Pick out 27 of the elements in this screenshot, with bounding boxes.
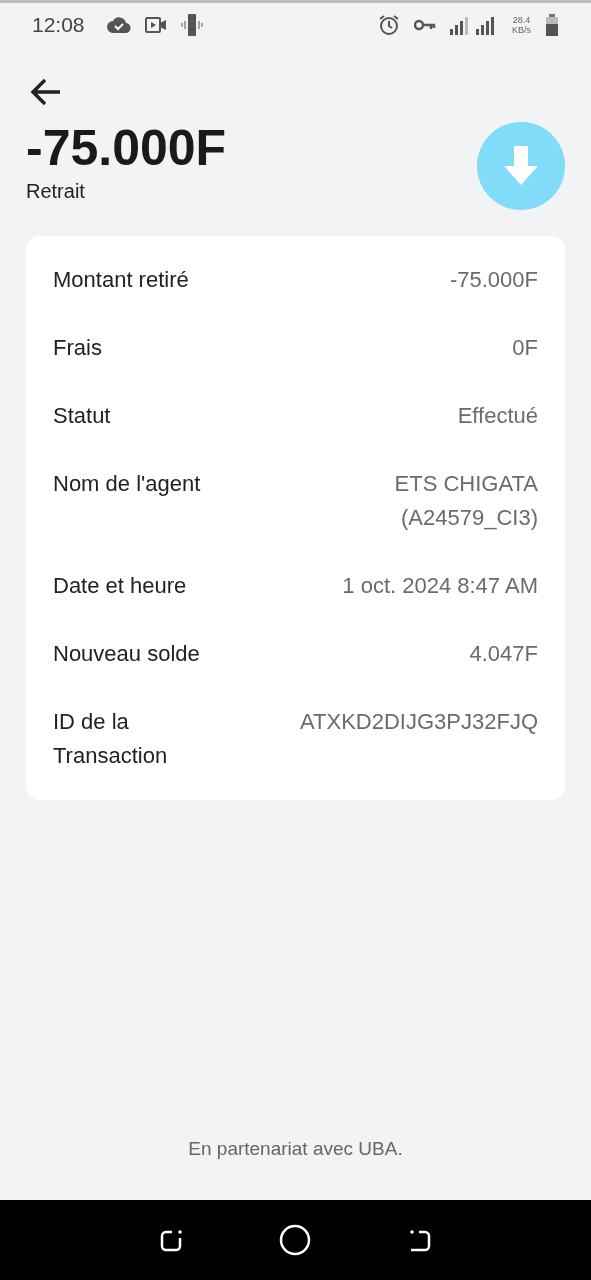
transaction-type: Retrait — [26, 180, 86, 203]
video-camera-icon — [144, 16, 167, 33]
detail-label: Date et heure — [53, 572, 187, 600]
network-speed: 28.4 — [512, 14, 531, 25]
detail-label: Frais — [53, 334, 102, 362]
detail-value: -75.000F — [449, 266, 538, 294]
detail-value: Effectué — [457, 402, 538, 430]
detail-label: Nom de l'agent — [53, 470, 201, 498]
cloud-icon — [106, 16, 131, 33]
download-arrow-icon — [477, 122, 565, 210]
detail-label: Statut — [53, 402, 111, 430]
detail-value: 1 oct. 2024 8:47 AM — [342, 572, 538, 600]
transaction-amount: -75.000F — [26, 119, 227, 178]
network-speed-unit: KB/s — [512, 24, 531, 35]
detail-value: ATXKD2DIJG3PJ32FJQ — [300, 708, 538, 736]
partner-footer: En partenariat avec UBA. — [26, 1138, 565, 1160]
detail-value: 0F — [512, 334, 538, 362]
alarm-clock-icon — [378, 13, 400, 36]
vibrate-icon — [180, 13, 203, 36]
detail-label: Nouveau solde — [53, 640, 200, 668]
detail-value: ETS CHIGATA (A24579_CI3) — [393, 470, 538, 532]
key-icon — [414, 17, 436, 32]
clock-time: 12:08 — [32, 12, 85, 37]
detail-label: ID de la Transaction — [53, 708, 169, 770]
battery-icon — [545, 13, 559, 36]
detail-label: Montant retiré — [53, 266, 189, 294]
detail-value: 4.047F — [469, 640, 538, 668]
